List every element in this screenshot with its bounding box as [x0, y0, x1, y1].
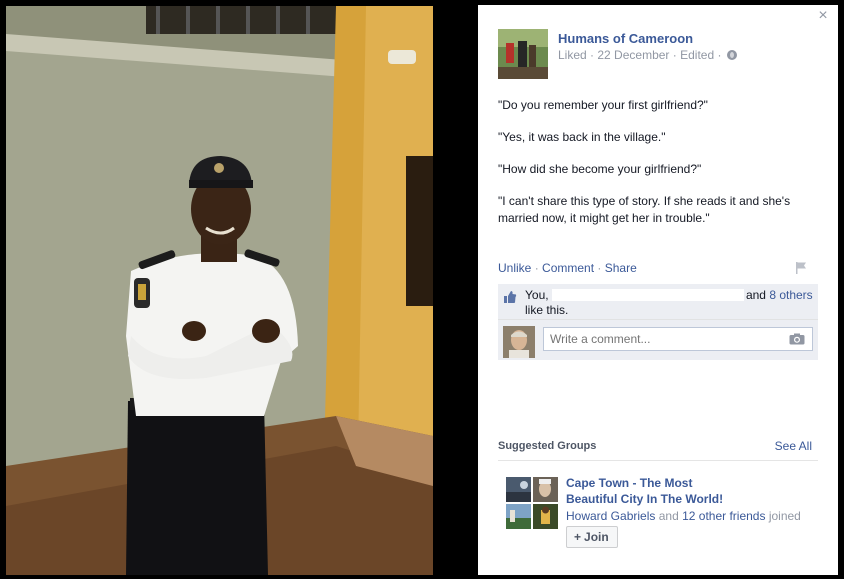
join-label: Join [584, 530, 609, 544]
redacted-name [551, 289, 744, 301]
meta-separator: · [590, 48, 595, 62]
suggested-groups-title: Suggested Groups [498, 440, 597, 452]
see-all-link[interactable]: See All [775, 439, 812, 453]
group-photo-collage[interactable] [506, 477, 558, 529]
plus-icon: + [574, 530, 582, 544]
joined-label: joined [768, 509, 801, 523]
action-separator: · [597, 261, 602, 275]
post-paragraph: "How did she become your girlfriend?" [498, 162, 702, 176]
group-photo [533, 504, 558, 529]
photo-viewer: × Humans of Cameroon Liked · 22 December… [0, 0, 844, 579]
comment-composer [498, 323, 818, 359]
action-separator: · [534, 261, 539, 275]
post-date[interactable]: 22 December [597, 48, 669, 62]
meta-separator: · [717, 48, 722, 62]
comment-link[interactable]: Comment [542, 261, 594, 275]
likes-you: You, [525, 288, 549, 302]
post-photo[interactable] [6, 6, 433, 575]
group-photo [506, 504, 531, 529]
friend-name-link[interactable]: Howard Gabriels [566, 509, 655, 523]
flag-icon[interactable] [794, 261, 808, 275]
group-name-line: Cape Town - The Most [566, 476, 693, 490]
avatar[interactable] [503, 326, 535, 358]
likes-summary: You, and 8 others like this. [498, 284, 818, 320]
group-name-line: Beautiful City In The World! [566, 492, 724, 506]
suggested-groups-header: Suggested Groups See All [498, 437, 818, 461]
unlike-link[interactable]: Unlike [498, 261, 531, 275]
likes-suffix: like this. [525, 303, 569, 317]
photo-image [6, 6, 433, 575]
avatar-image [503, 326, 535, 358]
page-name[interactable]: Humans of Cameroon [558, 31, 693, 46]
post-paragraph: "Do you remember your first girlfriend?" [498, 98, 708, 112]
friends-and: and [658, 509, 679, 523]
close-icon[interactable]: × [816, 8, 830, 24]
join-group-button[interactable]: + Join [566, 526, 618, 548]
thumbs-up-icon [504, 291, 517, 303]
share-link[interactable]: Share [605, 261, 637, 275]
post-header: Humans of Cameroon Liked · 22 December ·… [498, 29, 818, 81]
likes-and: and [745, 288, 766, 302]
likes-others-link[interactable]: 8 others [769, 288, 812, 302]
edited-label[interactable]: Edited [680, 48, 714, 62]
post-actions: Unlike · Comment · Share [498, 261, 818, 275]
camera-icon[interactable] [789, 333, 805, 345]
suggested-group-item: Cape Town - The Most Beautiful City In T… [506, 475, 818, 555]
likes-comments-box: You, and 8 others like this. [498, 284, 818, 360]
meta-separator: · [672, 48, 677, 62]
page-avatar[interactable] [498, 29, 548, 79]
post-body: "Do you remember your first girlfriend?"… [498, 97, 820, 242]
likes-text: You, and 8 others like this. [525, 288, 815, 318]
globe-icon[interactable] [726, 50, 737, 60]
page-avatar-image [498, 29, 548, 79]
group-friends-joined: Howard Gabriels and 12 other friends joi… [566, 509, 818, 523]
post-paragraph: "Yes, it was back in the village." [498, 130, 666, 144]
other-friends-link[interactable]: 12 other friends [682, 509, 765, 523]
comment-input[interactable] [543, 327, 813, 351]
group-name-link[interactable]: Cape Town - The Most Beautiful City In T… [566, 475, 766, 507]
post-paragraph: "I can't share this type of story. If sh… [498, 194, 791, 225]
post-meta: Liked · 22 December · Edited · [558, 48, 737, 62]
liked-status: Liked [558, 48, 587, 62]
group-photo [533, 477, 558, 502]
group-photo [506, 477, 531, 502]
